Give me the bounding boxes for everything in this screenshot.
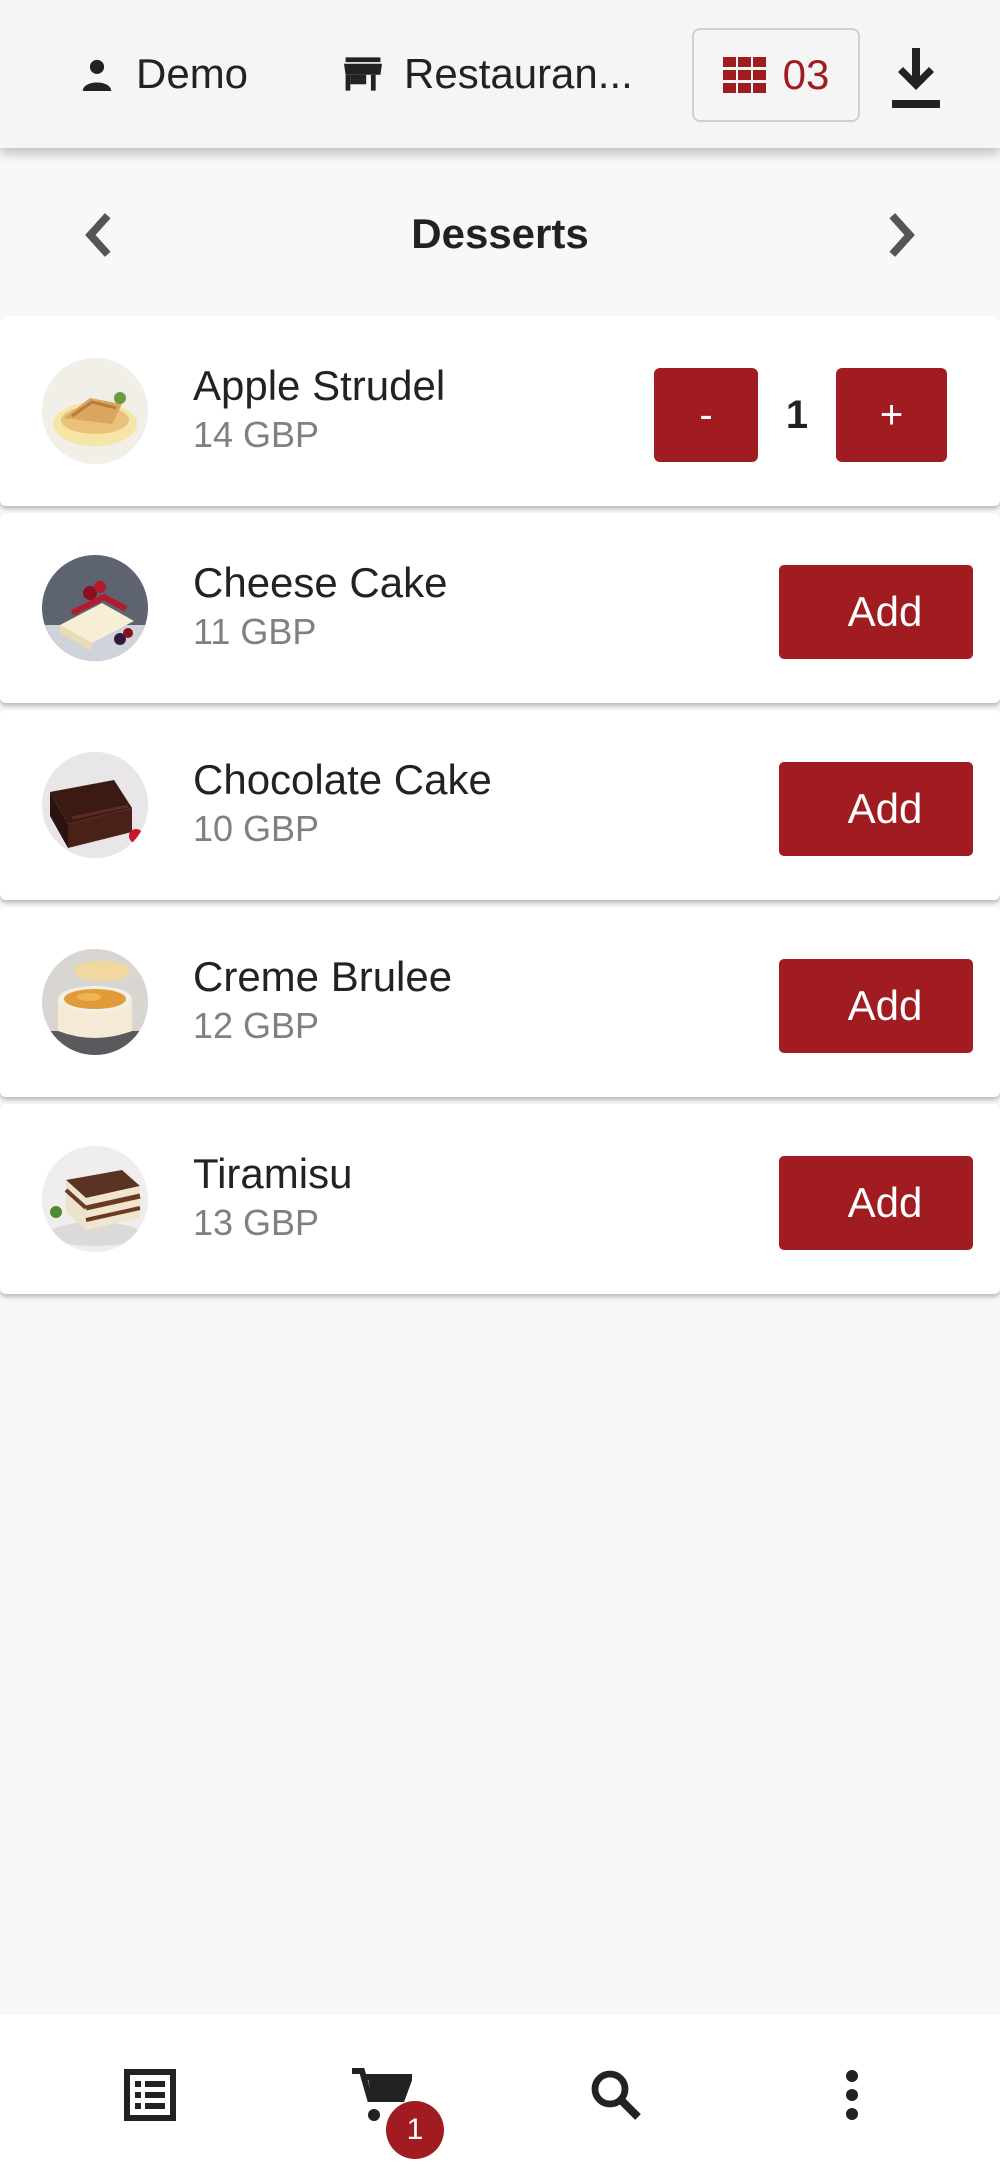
product-name: Cheese Cake: [193, 559, 448, 606]
table-grid-icon: [722, 57, 766, 93]
category-title: Desserts: [411, 210, 589, 257]
quantity-value: 1: [785, 392, 809, 437]
add-to-cart-button[interactable]: Add: [779, 762, 973, 856]
download-icon[interactable]: [888, 48, 944, 108]
product-price: 13 GBP: [193, 1202, 320, 1243]
product-card: Creme Brulee 12 GBP Add: [0, 907, 1000, 1097]
user-label: Demo: [136, 50, 249, 97]
product-price: 10 GBP: [193, 808, 320, 849]
product-name: Apple Strudel: [193, 362, 446, 409]
add-to-cart-button[interactable]: Add: [779, 1156, 973, 1250]
category-navigation: Desserts: [0, 148, 1000, 316]
increase-quantity-button[interactable]: +: [836, 368, 947, 462]
more-vertical-icon[interactable]: [826, 2067, 878, 2123]
product-name: Tiramisu: [193, 1150, 353, 1197]
product-price: 14 GBP: [193, 414, 320, 455]
search-icon[interactable]: [590, 2067, 642, 2123]
product-name: Creme Brulee: [193, 953, 453, 1000]
table-number: 03: [782, 51, 830, 98]
person-icon: [82, 59, 112, 91]
top-bar: Demo Restauran... 03: [0, 0, 1000, 148]
restaurant-selector[interactable]: Restauran...: [344, 0, 633, 148]
product-card: Apple Strudel 14 GBP - 1 +: [0, 316, 1000, 506]
cart-count-badge: 1: [386, 2101, 444, 2159]
add-to-cart-button[interactable]: Add: [779, 959, 973, 1053]
bottom-navigation: 1: [0, 2015, 1000, 2165]
product-card: Tiramisu 13 GBP Add: [0, 1104, 1000, 1294]
store-icon: [344, 57, 382, 91]
table-selector-button[interactable]: 03: [692, 28, 860, 122]
product-card: Chocolate Cake 10 GBP Add: [0, 710, 1000, 900]
menu-list-icon[interactable]: [124, 2067, 176, 2123]
product-card: Cheese Cake 11 GBP Add: [0, 513, 1000, 703]
product-image: [42, 358, 148, 464]
product-image: [42, 555, 148, 661]
restaurant-label: Restauran...: [404, 50, 633, 97]
decrease-quantity-button[interactable]: -: [654, 368, 758, 462]
chevron-right-icon[interactable]: [880, 206, 920, 264]
product-image: [42, 752, 148, 858]
product-image: [42, 949, 148, 1055]
product-name: Chocolate Cake: [193, 756, 492, 803]
product-image: [42, 1146, 148, 1252]
product-price: 12 GBP: [193, 1005, 320, 1046]
product-price: 11 GBP: [193, 611, 317, 652]
user-selector[interactable]: Demo: [80, 0, 248, 148]
add-to-cart-button[interactable]: Add: [779, 565, 973, 659]
